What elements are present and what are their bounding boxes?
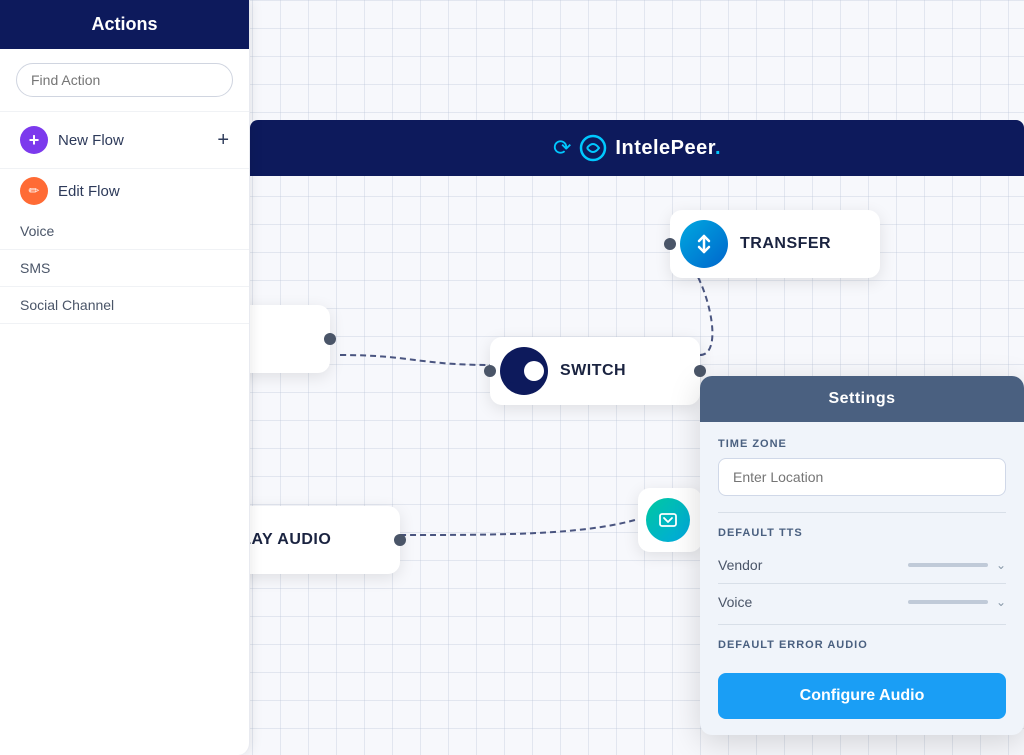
transfer-svg bbox=[692, 232, 716, 256]
switch-label: SWITCH bbox=[560, 362, 626, 380]
transfer-icon bbox=[680, 220, 728, 268]
logo-text-main: IntelePeer bbox=[615, 137, 715, 159]
sidebar-item-social[interactable]: Social Channel bbox=[0, 287, 249, 324]
toggle-switch[interactable] bbox=[502, 359, 546, 383]
logo-dot: . bbox=[715, 137, 721, 159]
configure-audio-button[interactable]: Configure Audio bbox=[718, 673, 1006, 719]
node-transfer[interactable]: TRANSFER bbox=[670, 210, 880, 278]
sidebar-item-voice[interactable]: Voice bbox=[0, 213, 249, 250]
error-audio-label: DEFAULT ERROR AUDIO bbox=[718, 639, 1006, 651]
tts-label: DEFAULT TTS bbox=[718, 527, 1006, 539]
vendor-bar bbox=[908, 563, 988, 567]
switch-icon bbox=[500, 347, 548, 395]
switch-dot-right bbox=[694, 365, 706, 377]
edit-flow-icon-symbol: ✏ bbox=[29, 183, 40, 199]
new-flow-icon: + bbox=[20, 126, 48, 154]
edit-flow-label: Edit Flow bbox=[58, 183, 120, 200]
logo-svg-icon bbox=[579, 134, 607, 162]
search-input[interactable] bbox=[16, 63, 233, 97]
node-small[interactable] bbox=[638, 488, 702, 552]
edit-flow-row[interactable]: ✏ Edit Flow bbox=[0, 169, 249, 213]
node-switch[interactable]: SWITCH bbox=[490, 337, 700, 405]
toggle-knob bbox=[524, 361, 544, 381]
voice-label: Voice bbox=[20, 223, 54, 239]
timezone-label: TIME ZONE bbox=[718, 438, 1006, 450]
new-flow-plus-button[interactable]: + bbox=[217, 129, 229, 152]
new-flow-row[interactable]: + New Flow + bbox=[0, 112, 249, 169]
new-flow-icon-symbol: + bbox=[29, 130, 40, 151]
social-label: Social Channel bbox=[20, 297, 114, 313]
voice-chevron-icon: ⌄ bbox=[996, 595, 1006, 609]
settings-panel: Settings TIME ZONE DEFAULT TTS Vendor ⌄ … bbox=[700, 376, 1024, 735]
settings-divider-2 bbox=[718, 624, 1006, 625]
navbar: ⟳ IntelePeer. bbox=[250, 120, 1024, 176]
voice-row-label: Voice bbox=[718, 594, 752, 610]
small-node-icon bbox=[646, 498, 690, 542]
vendor-row[interactable]: Vendor ⌄ bbox=[718, 547, 1006, 584]
small-node-svg bbox=[657, 509, 679, 531]
navbar-logo: ⟳ IntelePeer. bbox=[553, 134, 721, 162]
settings-body: TIME ZONE DEFAULT TTS Vendor ⌄ Voice ⌄ D… bbox=[700, 422, 1024, 735]
settings-header: Settings bbox=[700, 376, 1024, 422]
transfer-dot-left bbox=[664, 238, 676, 250]
configure-btn-label: Configure Audio bbox=[800, 687, 925, 704]
switch-dot-left bbox=[484, 365, 496, 377]
voice-row[interactable]: Voice ⌄ bbox=[718, 584, 1006, 620]
vendor-chevron-icon: ⌄ bbox=[996, 558, 1006, 572]
new-flow-label: New Flow bbox=[58, 132, 207, 149]
sidebar-header: Actions bbox=[0, 0, 249, 49]
navbar-logo-text: IntelePeer. bbox=[615, 137, 721, 160]
voice-right: ⌄ bbox=[908, 595, 1006, 609]
timezone-input[interactable] bbox=[718, 458, 1006, 496]
logo-icon: ⟳ bbox=[553, 135, 571, 161]
edit-flow-icon: ✏ bbox=[20, 177, 48, 205]
vendor-right: ⌄ bbox=[908, 558, 1006, 572]
playaudio-dot-right bbox=[394, 534, 406, 546]
sms-label: SMS bbox=[20, 260, 50, 276]
voice-bar bbox=[908, 600, 988, 604]
icall-dot-right bbox=[324, 333, 336, 345]
sidebar: Actions + New Flow + ✏ Edit Flow Voice S… bbox=[0, 0, 250, 755]
vendor-label: Vendor bbox=[718, 557, 762, 573]
sidebar-title: Actions bbox=[91, 14, 157, 34]
settings-divider bbox=[718, 512, 1006, 513]
sidebar-search-container bbox=[0, 49, 249, 112]
transfer-label: TRANSFER bbox=[740, 235, 831, 253]
sidebar-item-sms[interactable]: SMS bbox=[0, 250, 249, 287]
settings-title: Settings bbox=[828, 390, 895, 407]
